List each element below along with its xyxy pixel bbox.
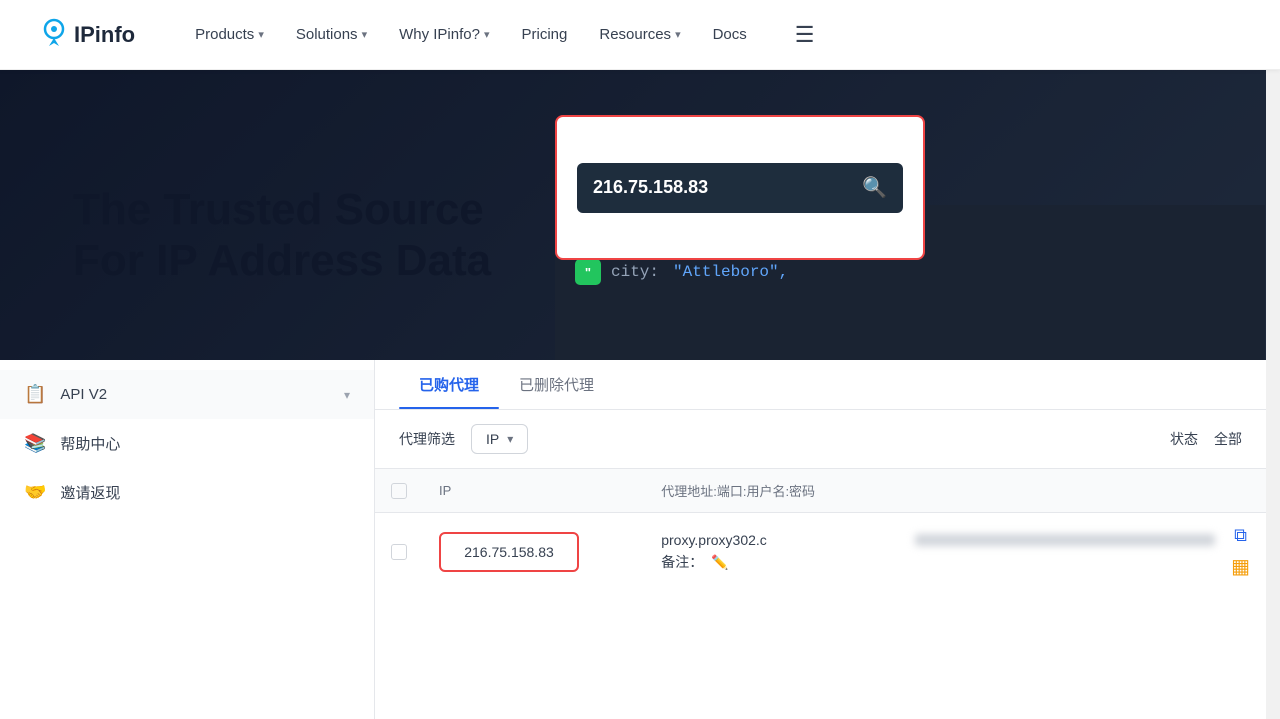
tab-deleted[interactable]: 已删除代理 (499, 360, 614, 409)
nav-item-solutions[interactable]: Solutions ▾ (296, 26, 367, 43)
proxy-addr-blur (915, 534, 1215, 546)
proxy-table: IP 代理地址:端口:用户名:密码 216.75.158.83 (375, 469, 1266, 591)
chevron-down-icon: ▾ (675, 28, 681, 41)
copy-icon[interactable]: ⧉ (1234, 525, 1247, 546)
logo-text: IPinfo (74, 22, 135, 48)
hamburger-icon[interactable]: ☰ (795, 22, 815, 48)
sidebar-item-invite[interactable]: 🤝 邀请返现 (0, 468, 374, 517)
hero-heading-line1: The Trusted Source (73, 185, 491, 236)
th-ip: IP (423, 469, 645, 513)
proxy-addr-cell: proxy.proxy302.c 备注： ✏️ ⧉ ▦ (645, 513, 1266, 592)
logo[interactable]: IPinfo (40, 18, 135, 51)
help-icon: 📚 (24, 433, 46, 454)
filter-select-value: IP (486, 431, 499, 447)
nav-item-products[interactable]: Products ▾ (195, 26, 264, 43)
filter-label: 代理筛选 (399, 429, 455, 449)
ip-cell: 216.75.158.83 (423, 513, 645, 592)
tabs-bar: 已购代理 已删除代理 (375, 360, 1266, 410)
select-all-checkbox[interactable] (391, 483, 407, 499)
sidebar-label-api: API V2 (60, 386, 330, 403)
row-checkbox[interactable] (391, 544, 407, 560)
note-label: 备注： (661, 552, 703, 572)
search-icon[interactable]: 🔍 (862, 175, 887, 200)
table-header-row: IP 代理地址:端口:用户名:密码 (375, 469, 1266, 513)
sidebar: 📋 API V2 ▾ 📚 帮助中心 🤝 邀请返现 (0, 360, 375, 719)
nav-item-why[interactable]: Why IPinfo? ▾ (399, 26, 489, 43)
table-row: 216.75.158.83 proxy.proxy302.c (375, 513, 1266, 592)
nav-links: Products ▾ Solutions ▾ Why IPinfo? ▾ Pri… (195, 22, 1240, 48)
th-checkbox (375, 469, 423, 513)
filter-select-ip[interactable]: IP ▾ (471, 424, 528, 454)
nav-item-docs[interactable]: Docs (713, 26, 747, 43)
chevron-down-icon: ▾ (484, 28, 490, 41)
invite-icon: 🤝 (24, 482, 46, 503)
json-city-value: "Attleboro", (673, 263, 788, 281)
nav-item-resources[interactable]: Resources ▾ (599, 26, 680, 43)
scrollbar[interactable] (1266, 0, 1280, 719)
tab-purchased[interactable]: 已购代理 (399, 360, 499, 409)
ip-value: 216.75.158.83 (464, 544, 554, 560)
note-row: 备注： ✏️ (661, 552, 1215, 572)
row-checkbox-cell (375, 513, 423, 592)
logo-icon (40, 18, 68, 51)
filter-bar: 代理筛选 IP ▾ 状态 全部 (375, 410, 1266, 469)
quote-badge-city: " (575, 259, 601, 285)
nav-item-pricing[interactable]: Pricing (522, 26, 568, 43)
navbar: IPinfo Products ▾ Solutions ▾ Why IPinfo… (0, 0, 1280, 70)
main-content: 已购代理 已删除代理 代理筛选 IP ▾ 状态 全部 IP 代理地址:端 (375, 360, 1266, 719)
bottom-panel: 📋 API V2 ▾ 📚 帮助中心 🤝 邀请返现 已购代理 已删除代理 代理筛选… (0, 360, 1266, 719)
chevron-down-icon: ▾ (507, 432, 513, 446)
chevron-down-icon: ▾ (344, 388, 350, 402)
status-value: 全部 (1214, 429, 1242, 449)
proxy-addr-prefix: proxy.proxy302.c (661, 532, 907, 548)
chevron-down-icon: ▾ (362, 28, 368, 41)
hero-heading: The Trusted Source For IP Address Data (73, 185, 491, 286)
sidebar-item-help[interactable]: 📚 帮助中心 (0, 419, 374, 468)
sidebar-item-api[interactable]: 📋 API V2 ▾ (0, 370, 374, 419)
api-icon: 📋 (24, 384, 46, 405)
json-line-city: " city: "Attleboro", (575, 259, 1245, 285)
search-input-display[interactable]: 216.75.158.83 (593, 177, 862, 198)
search-overlay: 216.75.158.83 🔍 (555, 115, 925, 260)
sidebar-label-help: 帮助中心 (60, 433, 350, 454)
hero-heading-line2: For IP Address Data (73, 236, 491, 287)
chevron-down-icon: ▾ (258, 28, 264, 41)
edit-icon[interactable]: ✏️ (711, 554, 728, 571)
json-city-key: city: (611, 263, 659, 281)
th-proxy-addr: 代理地址:端口:用户名:密码 (645, 469, 1266, 513)
proxy-addr: proxy.proxy302.c 备注： ✏️ ⧉ ▦ (661, 525, 1250, 579)
sidebar-label-invite: 邀请返现 (60, 482, 350, 503)
status-label: 状态 (1170, 429, 1198, 449)
qr-icon[interactable]: ▦ (1231, 554, 1250, 579)
